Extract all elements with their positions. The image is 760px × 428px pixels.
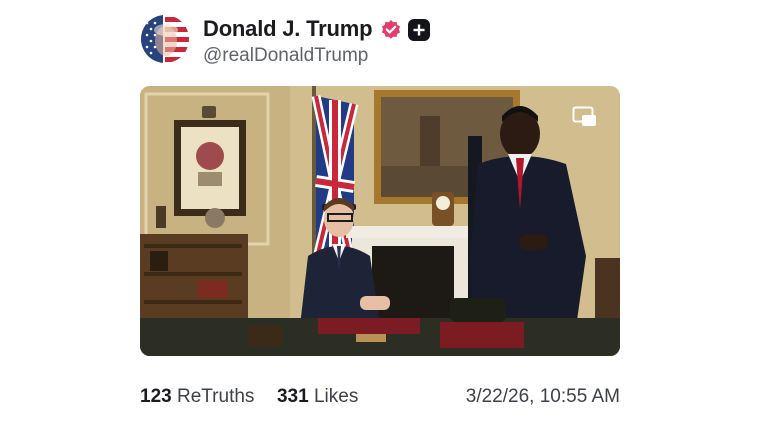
truth-post: Donald J. Trump @realDonaldTrump 123 ReT…: [0, 0, 760, 428]
post-stats: 123 ReTruths 331 Likes: [140, 386, 358, 408]
verified-check-icon: [381, 20, 401, 39]
likes-label: Likes: [313, 386, 359, 407]
likes-stat[interactable]: 331 Likes: [277, 386, 358, 407]
retruths-label: ReTruths: [176, 386, 255, 407]
plus-icon: [408, 19, 430, 41]
retruths-stat[interactable]: 123 ReTruths: [140, 386, 260, 407]
post-video[interactable]: [140, 86, 620, 356]
likes-count: 331: [276, 386, 309, 407]
author-avatar[interactable]: [141, 15, 189, 63]
picture-in-picture-icon[interactable]: [572, 106, 598, 128]
video-frame: [140, 86, 620, 356]
retruths-count: 123: [140, 386, 172, 407]
post-timestamp[interactable]: 3/22/26, 10:55 AM: [466, 386, 620, 408]
author-handle[interactable]: @realDonaldTrump: [203, 45, 368, 67]
avatar-image: [141, 15, 189, 63]
author-name[interactable]: Donald J. Trump: [203, 16, 373, 42]
